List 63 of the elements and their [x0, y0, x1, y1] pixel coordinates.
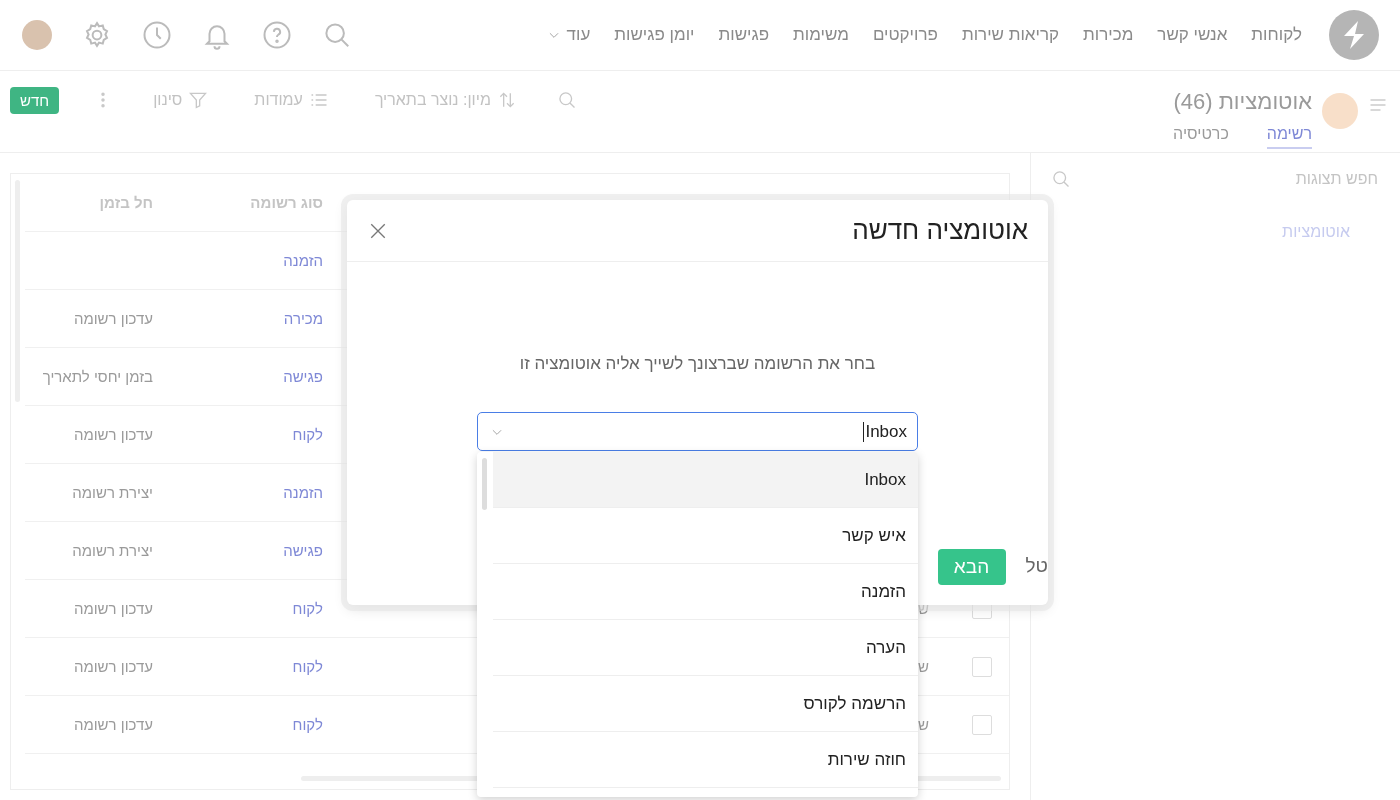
row-checkbox[interactable] — [972, 714, 992, 735]
dropdown-option[interactable]: איש קשר — [493, 508, 918, 564]
record-type-link[interactable]: פגישה — [175, 368, 345, 385]
nav-link[interactable]: אנשי קשר — [1145, 25, 1240, 45]
avatar — [1322, 93, 1358, 129]
record-type-link[interactable]: לקוח — [175, 426, 345, 443]
column-header[interactable]: חל בזמן — [25, 194, 175, 211]
dialog-title: אוטומציה חדשה — [852, 215, 1028, 246]
table-cell-text: עדכון רשומה — [72, 658, 154, 675]
table-cell-text: ש — [917, 600, 930, 617]
nav-link[interactable]: קריאות שירות — [949, 25, 1072, 45]
filter-button[interactable]: סינון — [147, 89, 215, 111]
nav-link[interactable]: פגישות — [706, 25, 782, 45]
dropdown-option[interactable]: הערה — [493, 620, 918, 676]
record-type-link[interactable]: הזמנה — [175, 484, 345, 501]
table-cell-text: עדכון רשומה — [72, 426, 154, 443]
search-icon[interactable] — [556, 90, 577, 110]
nav-link[interactable]: פרויקטים — [860, 25, 950, 45]
columns-button[interactable]: עמודות — [248, 89, 335, 111]
avatar[interactable] — [22, 20, 52, 50]
filter-icon — [188, 90, 209, 110]
search-icon[interactable] — [322, 20, 352, 50]
record-type-link[interactable]: פגישה — [175, 542, 345, 559]
view-tab[interactable]: כרטיסיה — [1173, 125, 1229, 149]
view-tab[interactable]: רשימה — [1266, 125, 1312, 149]
logo-icon[interactable] — [1328, 9, 1380, 61]
record-type-link[interactable]: הזמנה — [175, 252, 345, 269]
search-icon[interactable] — [1051, 169, 1071, 189]
table-cell-text: עדכון רשומה — [72, 716, 154, 733]
table-cell-text: ש — [917, 658, 930, 675]
table-cell-text: יצירת רשומה — [71, 484, 154, 501]
next-button[interactable]: הבא — [937, 549, 1006, 585]
close-icon[interactable] — [369, 221, 387, 240]
nav-link[interactable]: משימות — [781, 25, 861, 45]
record-type-link[interactable]: מכירה — [175, 310, 345, 327]
nav-link[interactable]: לקוחות — [1239, 25, 1314, 45]
page-title: אוטומציות (46) — [1173, 89, 1312, 115]
table-cell-text: בזמן יחסי לתאריך — [41, 368, 154, 385]
help-icon[interactable] — [262, 20, 292, 50]
new-button[interactable]: חדש — [10, 86, 60, 114]
cancel-button[interactable]: טל — [1025, 549, 1048, 583]
record-type-link[interactable]: לקוח — [175, 716, 345, 733]
record-type-link[interactable]: לקוח — [175, 658, 345, 675]
clock-icon[interactable] — [142, 20, 172, 50]
column-header[interactable]: סוג רשומה — [175, 194, 345, 211]
nav-link[interactable]: מכירות — [1071, 25, 1146, 45]
dropdown-option[interactable]: הרשמה לקורס — [493, 676, 918, 732]
table-cell-text: יצירת רשומה — [71, 542, 154, 559]
row-checkbox[interactable] — [972, 656, 992, 677]
record-type-link[interactable]: לקוח — [175, 600, 345, 617]
dropdown-option[interactable]: Inbox — [493, 452, 918, 508]
more-menu[interactable]: עוד — [534, 25, 603, 45]
sort-button[interactable]: מיון: נוצר בתאריך — [368, 89, 523, 111]
scrollbar[interactable] — [482, 458, 487, 510]
dropdown-option[interactable]: חוזה שירות — [493, 732, 918, 788]
table-cell-text: עדכון רשומה — [72, 600, 154, 617]
dropdown-option[interactable]: הזמנה — [493, 564, 918, 620]
table-cell-text: ש — [917, 716, 930, 733]
table-cell-text: עדכון רשומה — [72, 310, 154, 327]
nav-link[interactable]: יומן פגישות — [602, 25, 707, 45]
prompt-text: בחר את הרשומה שברצונך לשייך אליה אוטומציה זו — [519, 354, 876, 374]
search-field[interactable]: חפש תצוגות — [1180, 169, 1380, 189]
record-select[interactable]: Inbox — [477, 412, 918, 451]
